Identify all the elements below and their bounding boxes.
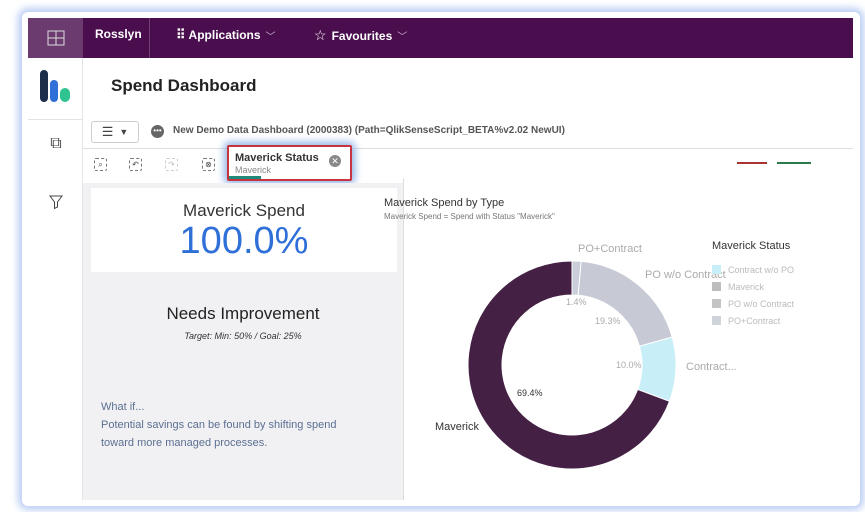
slice-label: Contract... — [686, 361, 737, 373]
legend-label: Contract w/o PO — [728, 264, 795, 275]
legend-label: PO w/o Contract — [728, 298, 795, 309]
legend-label: PO+Contract — [728, 315, 781, 326]
legend-item[interactable]: PO+Contract — [712, 312, 794, 329]
slice-value: 10.0% — [616, 360, 642, 370]
slice-value: 69.4% — [517, 388, 543, 398]
legend-swatch — [712, 265, 721, 274]
legend-label: Maverick — [728, 281, 765, 292]
legend-swatch — [712, 299, 721, 308]
chart-legend: Maverick Status Contract w/o PO Maverick… — [712, 240, 794, 329]
legend-title: Maverick Status — [712, 240, 791, 252]
legend-item[interactable]: Maverick — [712, 278, 794, 295]
slice-label: Maverick — [435, 421, 480, 433]
legend-item[interactable]: PO w/o Contract — [712, 295, 794, 312]
legend-swatch — [712, 316, 721, 325]
legend-swatch — [712, 282, 721, 291]
slice-label: PO+Contract — [578, 243, 642, 255]
legend-item[interactable]: Contract w/o PO — [712, 261, 794, 278]
slice-value: 19.3% — [595, 316, 621, 326]
slice-value: 1.4% — [566, 297, 587, 307]
